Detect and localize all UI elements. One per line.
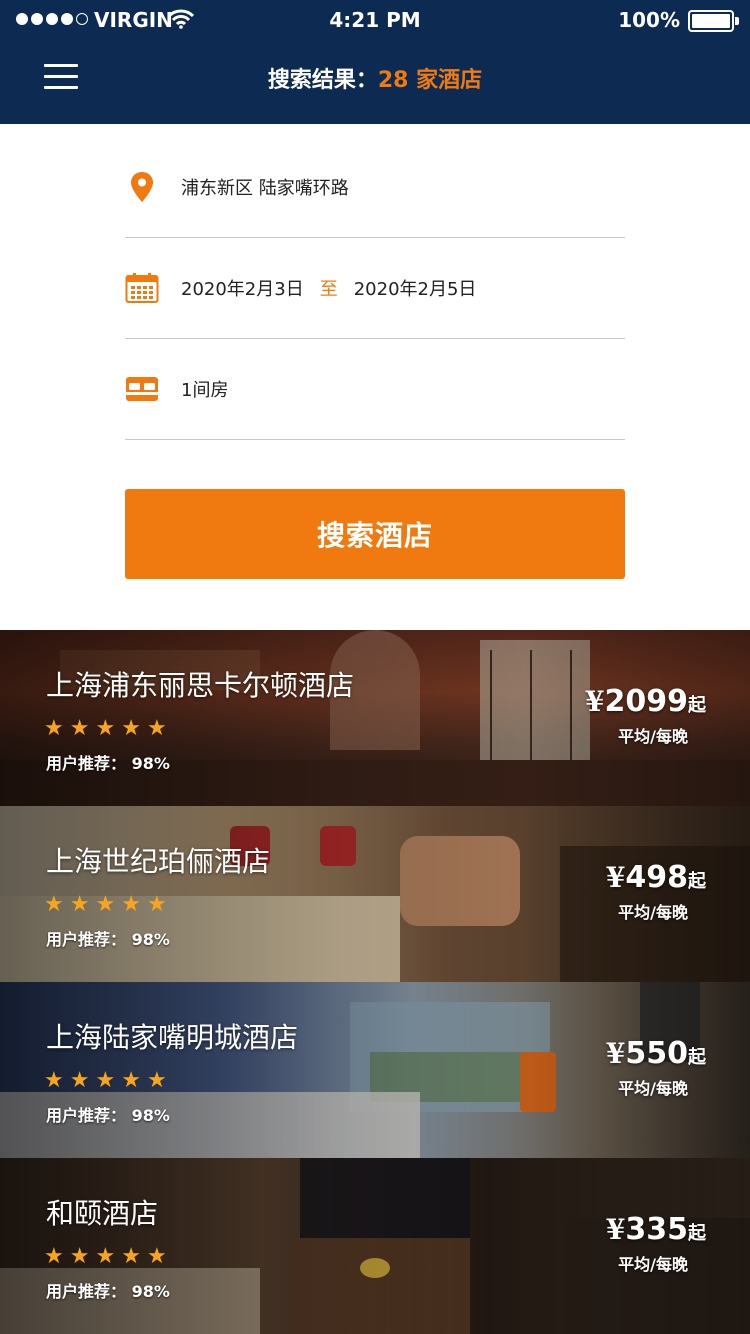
star-icon: ★ <box>146 892 167 917</box>
hotel-card[interactable]: 和颐酒店 ★ ★ ★ ★ ★ 用户推荐： 98% ¥ 335 起 平均/每晚 <box>0 1158 750 1334</box>
recommend-rate: 用户推荐： 98% <box>46 754 170 773</box>
hotel-name: 上海陆家嘴明城酒店 <box>46 1021 299 1054</box>
rooms-value: 1间房 <box>181 379 229 401</box>
price-amount: 550 <box>625 1036 688 1071</box>
currency-symbol: ¥ <box>605 861 626 894</box>
battery-icon <box>688 10 734 32</box>
star-icon: ★ <box>121 892 141 917</box>
location-value: 浦东新区 陆家嘴环路 <box>181 177 349 199</box>
price-box: ¥ 335 起 平均/每晚 <box>606 1212 706 1275</box>
checkout-date[interactable]: 2020年2月5日 <box>354 275 477 301</box>
rooms-field[interactable]: 1间房 <box>125 338 625 440</box>
price-box: ¥ 2099 起 平均/每晚 <box>585 684 706 747</box>
star-icon: ★ <box>69 1244 90 1269</box>
hotel-name: 和颐酒店 <box>46 1197 159 1230</box>
result-count: 28 家酒店 <box>377 68 483 93</box>
page-title: 搜索结果：28 家酒店 <box>0 62 750 94</box>
star-rating: ★ ★ ★ ★ ★ <box>44 1070 167 1092</box>
star-icon: ★ <box>121 1244 141 1269</box>
search-hotels-button[interactable]: 搜索酒店 <box>125 489 625 579</box>
star-icon: ★ <box>95 1244 116 1269</box>
star-icon: ★ <box>95 892 116 917</box>
price-box: ¥ 550 起 平均/每晚 <box>606 1036 706 1099</box>
price-from-label: 起 <box>688 1223 706 1244</box>
hotel-name: 上海世纪珀俪酒店 <box>46 845 271 878</box>
recommend-rate: 用户推荐： 98% <box>46 1282 170 1301</box>
currency-symbol: ¥ <box>585 685 605 718</box>
hotel-card[interactable]: 上海陆家嘴明城酒店 ★ ★ ★ ★ ★ 用户推荐： 98% ¥ 550 起 平均/每晚 <box>0 982 750 1158</box>
status-bar: VIRGIN 4:21 PM 100% <box>0 0 750 40</box>
hotel-list: 上海浦东丽思卡尔顿酒店 ★ ★ ★ ★ ★ 用户推荐： 98% ¥ 2099 起 平均/… <box>0 630 750 1334</box>
star-icon: ★ <box>146 1068 167 1093</box>
price-unit: 平均/每晚 <box>618 1255 688 1274</box>
star-icon: ★ <box>121 1068 141 1093</box>
price-from-label: 起 <box>688 695 706 716</box>
star-icon: ★ <box>69 892 90 917</box>
checkin-date[interactable]: 2020年2月3日 <box>181 275 304 301</box>
date-range-field[interactable]: 2020年2月3日 至 2020年2月5日 <box>125 237 625 339</box>
hotel-card[interactable]: 上海浦东丽思卡尔顿酒店 ★ ★ ★ ★ ★ 用户推荐： 98% ¥ 2099 起 平均/… <box>0 630 750 806</box>
price-amount: 2099 <box>604 684 689 719</box>
price-unit: 平均/每晚 <box>618 903 688 922</box>
price-box: ¥ 498 起 平均/每晚 <box>606 860 706 923</box>
currency-symbol: ¥ <box>605 1213 626 1246</box>
star-icon: ★ <box>44 1068 64 1093</box>
price-from-label: 起 <box>688 871 706 892</box>
star-icon: ★ <box>95 1068 116 1093</box>
date-separator: 至 <box>319 278 338 300</box>
star-icon: ★ <box>44 892 64 917</box>
star-icon: ★ <box>95 716 116 741</box>
battery-percent: 100% <box>618 8 680 32</box>
title-prefix: 搜索结果： <box>267 68 378 93</box>
location-field[interactable]: 浦东新区 陆家嘴环路 <box>125 136 625 238</box>
bed-icon <box>125 372 159 406</box>
hotel-name: 上海浦东丽思卡尔顿酒店 <box>46 669 355 702</box>
star-icon: ★ <box>44 716 64 741</box>
price-unit: 平均/每晚 <box>618 1079 688 1098</box>
star-icon: ★ <box>121 716 141 741</box>
hotel-card[interactable]: 上海世纪珀俪酒店 ★ ★ ★ ★ ★ 用户推荐： 98% ¥ 498 起 平均/每晚 <box>0 806 750 982</box>
recommend-rate: 用户推荐： 98% <box>46 930 170 949</box>
star-rating: ★ ★ ★ ★ ★ <box>44 1246 167 1268</box>
star-icon: ★ <box>146 716 167 741</box>
date-range: 2020年2月3日 至 2020年2月5日 <box>181 275 476 301</box>
star-icon: ★ <box>146 1244 167 1269</box>
recommend-rate: 用户推荐： 98% <box>46 1106 170 1125</box>
star-rating: ★ ★ ★ ★ ★ <box>44 894 167 916</box>
app-header: VIRGIN 4:21 PM 100% 搜索结果：28 家酒店 <box>0 0 750 124</box>
location-pin-icon <box>125 170 159 204</box>
calendar-icon <box>125 271 159 305</box>
star-rating: ★ ★ ★ ★ ★ <box>44 718 167 740</box>
star-icon: ★ <box>69 1068 90 1093</box>
currency-symbol: ¥ <box>605 1037 626 1070</box>
star-icon: ★ <box>44 1244 64 1269</box>
price-amount: 335 <box>625 1212 688 1247</box>
price-amount: 498 <box>625 860 688 895</box>
star-icon: ★ <box>69 716 90 741</box>
price-from-label: 起 <box>688 1047 706 1068</box>
price-unit: 平均/每晚 <box>618 727 688 746</box>
